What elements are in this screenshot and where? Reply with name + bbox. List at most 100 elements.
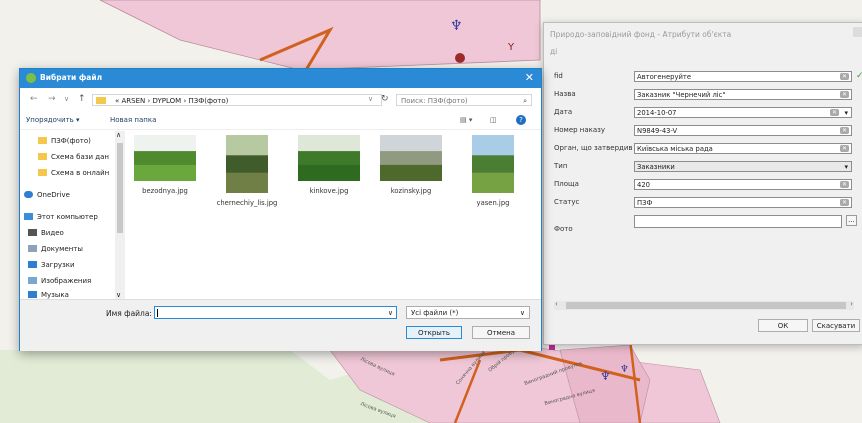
file-item[interactable]: kinkove.jpg [294,135,364,195]
file-item[interactable]: bezodnya.jpg [130,135,200,195]
clear-icon[interactable]: ✕ [840,145,849,152]
forward-icon[interactable]: → [48,94,56,104]
computer-icon [24,213,33,220]
preview-pane-icon[interactable]: ◫ [490,116,497,124]
open-button[interactable]: Открыть [406,326,462,339]
scrollbar-thumb[interactable] [117,143,123,233]
sidebar-item-onedrive[interactable]: OneDrive [24,191,70,203]
chevron-down-icon: ▾ [844,163,848,171]
view-icon[interactable]: ▤ ▾ [460,116,472,124]
search-placeholder: Поиск: ПЗФ(фото) [401,97,468,105]
browse-button[interactable]: ... [846,215,857,226]
navigation-bar: ← → ∨ ↑ « ARSEN › DYPLOM › ПЗФ(фото) ∨ ↻… [20,90,541,110]
field-label: fid [554,72,563,80]
dialog-titlebar[interactable]: Вибрати файл ✕ [20,69,541,88]
image-icon [28,277,37,284]
file-item[interactable]: yasen.jpg [458,135,528,207]
refresh-icon[interactable]: ↻ [381,94,389,104]
image-thumbnail [134,135,196,182]
organize-button[interactable]: Упорядочить ▾ [26,116,80,124]
chevron-down-icon[interactable]: ∨ [64,95,69,103]
file-name: chernechiy_lis.jpg [216,199,278,207]
scroll-right-icon[interactable]: › [850,300,853,308]
status-field[interactable]: ПЗФ ✕ [634,197,852,208]
file-name: kinkove.jpg [309,187,349,195]
breadcrumb[interactable]: « ARSEN › DYPLOM › ПЗФ(фото) [92,94,382,106]
sidebar-scrollbar[interactable]: ∧ ∨ [115,131,125,299]
clear-icon[interactable]: ✕ [840,91,849,98]
chevron-down-icon[interactable]: ∨ [388,309,393,317]
sidebar-item-online-schema[interactable]: Схема в онлайн [38,169,109,181]
file-name: yasen.jpg [476,199,510,207]
area-field[interactable]: 420 ✕ [634,179,852,190]
photo-field[interactable] [634,215,842,228]
field-label: Номер наказу [554,126,606,134]
filename-input[interactable]: ∨ [154,306,397,319]
sidebar-item-video[interactable]: Видео [28,229,64,241]
type-select[interactable]: Заказники ▾ [634,161,852,172]
authority-field[interactable]: Київська міська рада ✕ [634,143,852,154]
fid-field[interactable]: Автогенеруйте ✕ [634,71,852,82]
svg-text:♆: ♆ [600,369,611,383]
clear-icon[interactable]: ✕ [830,109,839,116]
file-list: bezodnya.jpg chernechiy_lis.jpg kinkove.… [130,135,538,295]
folder-icon [38,169,47,176]
filetype-select[interactable]: Усі файли (*) ∨ [406,306,530,319]
folder-icon [38,137,47,144]
sidebar: ПЗФ(фото) Схема бази дан Схема в онлайн … [20,131,124,299]
order-number-field[interactable]: N9849-43-V ✕ [634,125,852,136]
search-input[interactable]: Поиск: ПЗФ(фото) ⌕ [396,94,532,106]
scrollbar-thumb[interactable] [566,302,846,309]
field-label: Фото [554,225,573,233]
file-item[interactable]: kozinsky.jpg [376,135,446,195]
app-icon [26,73,36,83]
scroll-up-icon[interactable]: ∧ [116,131,121,139]
cancel-button[interactable]: Скасувати [812,319,860,332]
sidebar-item-db-schema[interactable]: Схема бази дан [38,153,109,165]
scroll-left-icon[interactable]: ‹ [555,300,558,308]
new-folder-button[interactable]: Новая папка [110,116,156,124]
music-icon [28,291,37,298]
dialog-cancel-button[interactable]: Отмена [472,326,530,339]
date-field[interactable]: 2014-10-07 ✕ ▾ [634,107,852,118]
chevron-down-icon[interactable]: ▾ [844,108,848,117]
chevron-down-icon: ∨ [519,309,525,317]
sidebar-item-downloads[interactable]: Загрузки [28,261,75,273]
up-arrow-icon[interactable]: ↑ [78,94,86,104]
sidebar-item-this-pc[interactable]: Этот компьютер [24,213,98,225]
folder-icon [38,153,47,160]
dialog-footer: Имя файла: ∨ Усі файли (*) ∨ Открыть Отм… [20,299,541,351]
ok-button[interactable]: ОК [758,319,808,332]
name-field[interactable]: Заказник "Чернечий ліс" ✕ [634,89,852,100]
sidebar-item-documents[interactable]: Документы [28,245,83,257]
sidebar-item-pzf[interactable]: ПЗФ(фото) [38,137,91,149]
video-icon [28,229,37,236]
clear-icon[interactable]: ✕ [840,127,849,134]
image-thumbnail [298,135,360,182]
clear-icon[interactable]: ✕ [840,181,849,188]
window-control[interactable] [853,27,862,37]
image-thumbnail [472,135,514,194]
sidebar-item-images[interactable]: Изображения [28,277,91,289]
text-caret [157,309,158,317]
back-icon[interactable]: ← [30,94,38,104]
help-icon[interactable]: ? [516,115,526,125]
field-label: Статус [554,198,580,206]
horizontal-scrollbar[interactable]: ‹ › [554,300,854,310]
svg-text:♆: ♆ [450,18,463,34]
document-icon [28,245,37,252]
image-thumbnail [226,135,268,194]
folder-icon [96,97,106,104]
clear-icon[interactable]: ✕ [840,199,849,206]
file-item[interactable]: chernechiy_lis.jpg [212,135,282,207]
attribute-form-title: Природо-заповідний фонд - Атрибути об'єк… [550,30,732,39]
attribute-form-subtitle: ді [550,47,558,56]
chevron-down-icon[interactable]: ∨ [368,95,373,103]
scroll-down-icon[interactable]: ∨ [116,291,121,299]
field-label: Назва [554,90,576,98]
svg-text:♆: ♆ [620,364,629,375]
clear-icon[interactable]: ✕ [840,73,849,80]
check-icon: ✓ [856,71,862,81]
attribute-form-window: Природо-заповідний фонд - Атрибути об'єк… [543,22,862,345]
close-icon[interactable]: ✕ [525,71,534,84]
